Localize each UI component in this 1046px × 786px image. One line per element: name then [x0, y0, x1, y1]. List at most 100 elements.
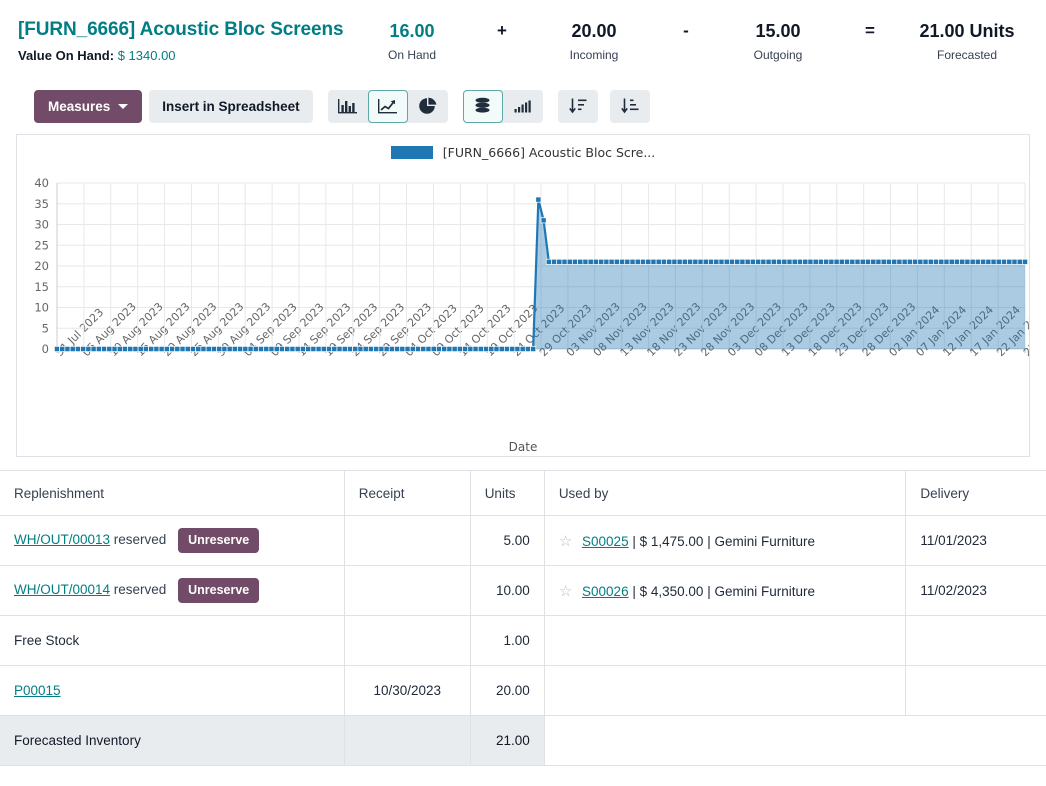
stat-outgoing-label: Outgoing — [722, 48, 834, 62]
table-row: WH/OUT/00013 reserved Unreserve 5.00 ☆ S… — [0, 516, 1046, 566]
column-header-delivery: Delivery — [906, 471, 1046, 516]
forecast-table-body: WH/OUT/00013 reserved Unreserve 5.00 ☆ S… — [0, 516, 1046, 766]
table-row: WH/OUT/00014 reserved Unreserve 10.00 ☆ … — [0, 566, 1046, 616]
table-row: Free Stock 1.00 — [0, 616, 1046, 666]
unreserve-button[interactable]: Unreserve — [178, 528, 259, 553]
cell-receipt — [344, 616, 470, 666]
legend-swatch — [391, 146, 433, 159]
cell-delivery — [906, 616, 1046, 666]
operator-plus: + — [466, 20, 538, 42]
stat-incoming-value: 20.00 — [538, 20, 650, 42]
replenishment-link[interactable]: P00015 — [14, 683, 61, 698]
column-header-used-by: Used by — [544, 471, 906, 516]
cell-forecasted-receipt — [344, 716, 470, 766]
value-on-hand: Value On Hand: $ 1340.00 — [18, 48, 343, 63]
line-chart-icon — [378, 98, 397, 115]
sort-descending-icon — [568, 97, 588, 115]
chevron-down-icon — [118, 104, 128, 109]
line-chart-button[interactable] — [368, 90, 408, 123]
svg-text:5: 5 — [42, 321, 49, 335]
cell-used-by: ☆ S00026 | $ 4,350.00 | Gemini Furniture — [544, 566, 906, 616]
chart-legend[interactable]: [FURN_6666] Acoustic Bloc Scre... — [17, 135, 1029, 161]
replenishment-link[interactable]: WH/OUT/00013 — [14, 532, 110, 547]
stacked-icon — [473, 97, 492, 115]
forecast-table: Replenishment Receipt Units Used by Deli… — [0, 470, 1046, 766]
cell-forecasted-label: Forecasted Inventory — [0, 716, 344, 766]
stat-incoming[interactable]: 20.00 Incoming — [538, 20, 650, 62]
stat-forecasted-value: 21.00 Units — [906, 20, 1028, 42]
measures-button[interactable]: Measures — [34, 90, 142, 123]
ascending-bars-icon — [513, 98, 532, 115]
stat-outgoing[interactable]: 15.00 Outgoing — [722, 20, 834, 62]
insert-in-spreadsheet-button[interactable]: Insert in Spreadsheet — [149, 90, 312, 123]
value-on-hand-label: Value On Hand: — [18, 48, 114, 63]
measures-label: Measures — [48, 98, 110, 115]
favorite-star-icon[interactable]: ☆ — [559, 533, 572, 550]
cell-used-by — [544, 616, 906, 666]
forecast-chart-card: [FURN_6666] Acoustic Bloc Scre... 0 5 10 15… — [16, 134, 1030, 457]
cell-forecasted-delivery — [906, 716, 1046, 766]
sort-ascending-icon — [620, 97, 640, 115]
cell-forecasted-units: 21.00 — [470, 716, 544, 766]
cell-replenishment: Free Stock — [0, 616, 344, 666]
pie-chart-button[interactable] — [408, 90, 448, 123]
stat-on-hand-label: On Hand — [358, 48, 466, 62]
used-by-amount: $ 4,350.00 — [640, 584, 704, 599]
bar-chart-button[interactable] — [328, 90, 368, 123]
cell-replenishment: P00015 — [0, 666, 344, 716]
cell-units: 1.00 — [470, 616, 544, 666]
chart-toolbar: Measures Insert in Spreadsheet — [0, 82, 1046, 134]
cell-delivery — [906, 666, 1046, 716]
stat-forecasted-label: Forecasted — [906, 48, 1028, 62]
separator-2: | — [707, 534, 711, 549]
svg-text:30: 30 — [34, 218, 49, 232]
svg-text:40: 40 — [34, 176, 49, 190]
stat-incoming-label: Incoming — [538, 48, 650, 62]
stacked-button[interactable] — [463, 90, 503, 123]
svg-text:0: 0 — [42, 342, 49, 356]
favorite-star-icon[interactable]: ☆ — [559, 583, 572, 600]
unreserve-button[interactable]: Unreserve — [178, 578, 259, 603]
table-total-row: Forecasted Inventory 21.00 — [0, 716, 1046, 766]
ascending-bars-button[interactable] — [503, 90, 543, 123]
page-title: [FURN_6666] Acoustic Bloc Screens — [18, 18, 343, 42]
operator-equals: = — [834, 20, 906, 42]
cell-receipt: 10/30/2023 — [344, 666, 470, 716]
stat-forecasted[interactable]: 21.00 Units Forecasted — [906, 20, 1028, 62]
replenishment-note: reserved — [114, 582, 167, 597]
svg-text:15: 15 — [34, 280, 49, 294]
page-header: [FURN_6666] Acoustic Bloc Screens Value … — [0, 0, 1046, 82]
header-left: [FURN_6666] Acoustic Bloc Screens Value … — [18, 12, 343, 63]
operator-minus: - — [650, 20, 722, 42]
table-row: P00015 10/30/2023 20.00 — [0, 666, 1046, 716]
sort-descending-group — [558, 90, 598, 123]
replenishment-link[interactable]: WH/OUT/00014 — [14, 582, 110, 597]
column-header-receipt: Receipt — [344, 471, 470, 516]
value-on-hand-amount: $ 1340.00 — [118, 48, 176, 63]
sort-descending-button[interactable] — [558, 90, 598, 123]
used-by-ref-link[interactable]: S00025 — [582, 534, 629, 549]
used-by-amount: $ 1,475.00 — [640, 534, 704, 549]
x-axis-title: Date — [17, 440, 1029, 454]
operator-equals-glyph: = — [834, 20, 906, 42]
forecast-table-head: Replenishment Receipt Units Used by Deli… — [0, 471, 1046, 516]
column-header-units: Units — [470, 471, 544, 516]
cell-units: 10.00 — [470, 566, 544, 616]
table-header-row: Replenishment Receipt Units Used by Deli… — [0, 471, 1046, 516]
svg-text:35: 35 — [34, 197, 49, 211]
cell-delivery: 11/02/2023 — [906, 566, 1046, 616]
cell-used-by: ☆ S00025 | $ 1,475.00 | Gemini Furniture — [544, 516, 906, 566]
cell-used-by — [544, 666, 906, 716]
used-by-ref-link[interactable]: S00026 — [582, 584, 629, 599]
used-by-partner: Gemini Furniture — [714, 534, 815, 549]
separator-2: | — [707, 584, 711, 599]
cell-replenishment: WH/OUT/00013 reserved Unreserve — [0, 516, 344, 566]
chart-type-button-group — [328, 90, 448, 123]
svg-text:10: 10 — [34, 301, 49, 315]
header-stats: 16.00 On Hand + 20.00 Incoming - 15.00 O… — [343, 12, 1032, 62]
sort-ascending-button[interactable] — [610, 90, 650, 123]
operator-plus-glyph: + — [466, 20, 538, 42]
chart-plot-area[interactable]: 051015202530354031 Jul 202305 Aug 202310… — [17, 161, 1029, 457]
stat-on-hand[interactable]: 16.00 On Hand — [358, 20, 466, 62]
cell-receipt — [344, 516, 470, 566]
